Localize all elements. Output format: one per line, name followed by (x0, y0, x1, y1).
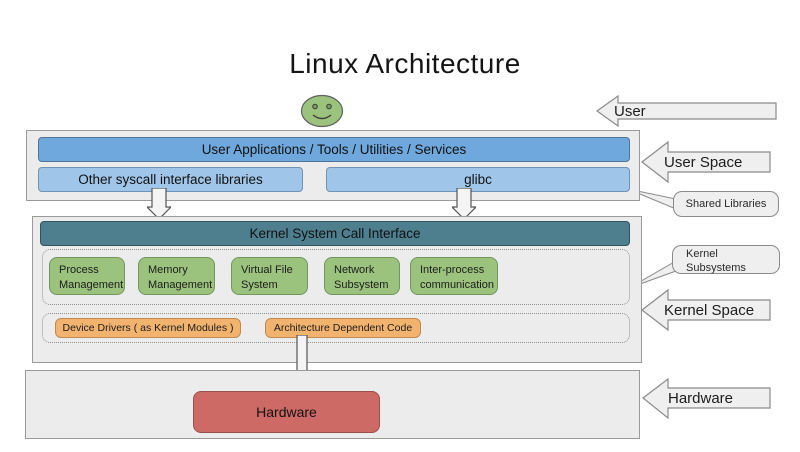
subsystem-box-network-subsystem: Network Subsystem (324, 257, 400, 295)
module-box-architecture-dependent-code: Architecture Dependent Code (265, 318, 421, 338)
kernel-syscall-interface-label: Kernel System Call Interface (249, 226, 420, 241)
shared-libraries-callout: Shared Libraries (673, 191, 779, 217)
kernel-subsystems-callout: Kernel Subsystems (672, 245, 780, 274)
user-applications-label: User Applications / Tools / Utilities / … (202, 142, 467, 157)
subsystem-box-virtual-file-system: Virtual File System (231, 257, 308, 295)
kernel-subsystems-callout-label: Kernel Subsystems (686, 248, 756, 276)
kernel-syscall-interface-bar: Kernel System Call Interface (40, 221, 630, 246)
kernel-space-container: Kernel System Call Interface Process Man… (32, 216, 642, 363)
other-syscall-libraries-label: Other syscall interface libraries (78, 172, 263, 187)
user-applications-bar: User Applications / Tools / Utilities / … (38, 137, 630, 162)
hardware-container: Hardware (25, 370, 640, 439)
hardware-box-label: Hardware (256, 404, 317, 420)
subsystem-box-interprocess-communication: Inter-process communication (410, 257, 498, 295)
kernel-modules-area: Device Drivers ( as Kernel Modules ) Arc… (42, 313, 630, 343)
user-space-container: User Applications / Tools / Utilities / … (26, 130, 640, 201)
subsystem-box-process-management: Process Management (49, 257, 125, 295)
kernel-subsystems-area: Process Management Memory Management Vir… (42, 249, 630, 305)
subsystem-box-memory-management: Memory Management (138, 257, 215, 295)
hardware-box: Hardware (193, 391, 380, 433)
glibc-label: glibc (464, 172, 492, 187)
shared-libraries-callout-label: Shared Libraries (686, 198, 767, 210)
module-box-device-drivers: Device Drivers ( as Kernel Modules ) (55, 318, 241, 338)
glibc-bar: glibc (326, 167, 630, 192)
other-syscall-libraries-bar: Other syscall interface libraries (38, 167, 303, 192)
